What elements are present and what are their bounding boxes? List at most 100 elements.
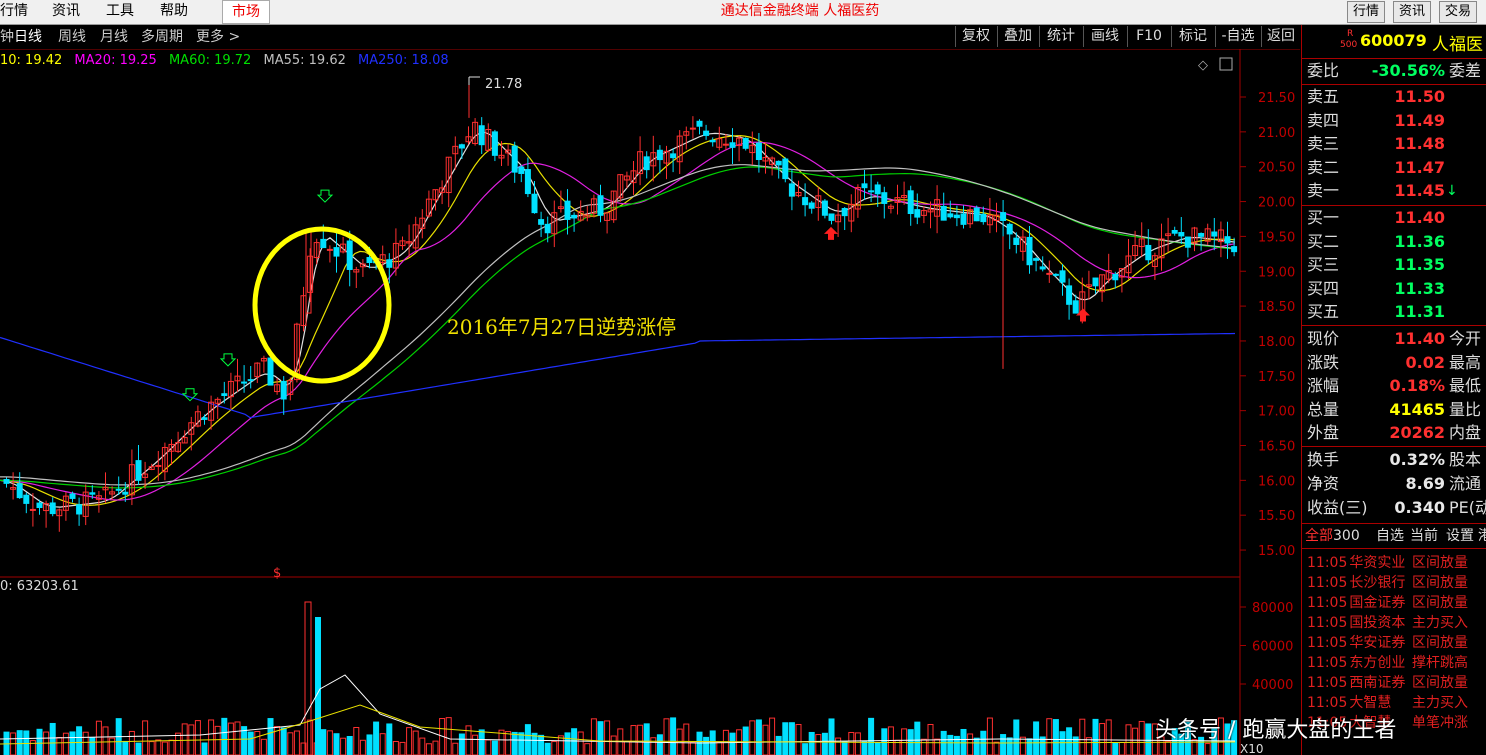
- period-month[interactable]: 月线: [100, 27, 128, 47]
- volume-bar: [419, 737, 426, 755]
- price-tick-label: 16.50: [1258, 440, 1295, 455]
- draw-line-button[interactable]: 画线: [1083, 26, 1126, 47]
- weibi-value: -30.56%: [1371, 61, 1445, 80]
- period-week[interactable]: 周线: [58, 27, 86, 47]
- volume-bar: [69, 731, 76, 755]
- volume-bar: [881, 728, 888, 755]
- ticker-item[interactable]: 11:05 国投资本 主力买入: [1307, 613, 1468, 633]
- ticker-item[interactable]: 11:05 华安证券 区间放量: [1307, 633, 1468, 653]
- stat-row-0-label: 换手: [1307, 450, 1340, 469]
- volume-bar: [307, 719, 314, 755]
- ticker-stock: 长沙银行: [1349, 575, 1406, 591]
- volume-bar: [934, 738, 941, 755]
- volume-bar: [531, 732, 538, 755]
- volume-bar: [485, 739, 492, 755]
- ticker-item[interactable]: 11:05 国金证券 区间放量: [1307, 593, 1468, 613]
- menu-tools[interactable]: 工具: [106, 0, 134, 22]
- volume-bar: [425, 743, 432, 755]
- volume-bar: [1112, 742, 1119, 755]
- ticker-tab-4[interactable]: 设置: [1446, 525, 1474, 547]
- candle-body: [1013, 237, 1020, 245]
- ticker-tab-0[interactable]: 全部: [1305, 525, 1333, 547]
- buy-level-5-value: 11.31: [1394, 302, 1445, 321]
- candle-body: [643, 156, 650, 171]
- f10-button[interactable]: F10: [1127, 26, 1170, 47]
- period-more[interactable]: 更多 >: [196, 27, 240, 47]
- volume-bar: [122, 740, 129, 755]
- price-tick-label: 19.50: [1258, 230, 1295, 245]
- ticker-item[interactable]: 11:05 东方创业 撑杆跳高: [1307, 653, 1468, 673]
- volume-bar: [1099, 723, 1106, 755]
- period-day[interactable]: 日线: [14, 27, 42, 47]
- menu-quote[interactable]: 行情: [0, 0, 28, 22]
- candle-body: [1198, 233, 1205, 237]
- volume-bar: [1046, 718, 1053, 755]
- overlay-button[interactable]: 叠加: [997, 26, 1038, 47]
- menu-news[interactable]: 资讯: [52, 0, 80, 22]
- period-multi[interactable]: 多周期: [141, 27, 183, 47]
- volume-bar: [109, 737, 116, 755]
- volume-bar: [214, 725, 221, 755]
- ticker-item[interactable]: 11:05 西南证券 区间放量: [1307, 673, 1468, 693]
- kline-chart[interactable]: 21.50 21.00 20.50 20.00 19.50 19.00 18.50 18.00…: [0, 49, 1300, 755]
- stock-code: 600079: [1360, 31, 1427, 50]
- volume-bar: [505, 731, 512, 755]
- menu-help[interactable]: 帮助: [160, 0, 188, 22]
- dollar-marker-icon: $: [273, 566, 281, 581]
- quote-panel: R 500 600079 人福医 委比 -30.56% 委差 卖五 11.50 卖四…: [1301, 25, 1486, 755]
- ticker-tab-2[interactable]: 自选: [1376, 525, 1404, 547]
- volume-bar: [835, 737, 842, 755]
- annotation-text: 2016年7月27日逆势涨停: [447, 315, 677, 339]
- stat-row-0-value: 0.32%: [1389, 450, 1445, 469]
- top-news-button[interactable]: 资讯: [1393, 1, 1431, 23]
- volume-bar: [729, 732, 736, 755]
- diamond-icon[interactable]: ◇: [1198, 58, 1208, 73]
- volume-bar: [973, 737, 980, 755]
- market-tab[interactable]: 市场: [222, 0, 270, 24]
- volume-bar: [1092, 718, 1099, 755]
- candle-body: [1072, 300, 1079, 314]
- candlestick-series: [3, 77, 1238, 532]
- ticker-tab-1[interactable]: 300: [1333, 525, 1360, 547]
- sell-level-1-value: 11.45: [1394, 181, 1445, 200]
- candle-body: [703, 130, 710, 136]
- quote-row-1: 涨跌 0.02 最高: [1302, 352, 1486, 374]
- candle-body: [841, 208, 848, 217]
- volume-bar: [630, 725, 637, 755]
- sell-level-4: 卖四 11.49: [1302, 110, 1486, 132]
- volume-bar: [175, 732, 182, 755]
- candle-body: [696, 120, 703, 127]
- back-button[interactable]: 返回: [1261, 26, 1300, 47]
- volume-bar: [62, 732, 69, 755]
- ticker-item[interactable]: 11:05 大智慧 主力买入: [1307, 693, 1468, 713]
- restore-rights-button[interactable]: 复权: [955, 26, 996, 47]
- volume-bar: [564, 732, 571, 755]
- top-quote-button[interactable]: 行情: [1347, 1, 1385, 23]
- top-trade-button[interactable]: 交易: [1439, 1, 1477, 23]
- candle-body: [221, 393, 228, 396]
- quote-row-3: 总量 41465 量比: [1302, 399, 1486, 421]
- ticker-item[interactable]: 11:05 长沙银行 区间放量: [1307, 573, 1468, 593]
- ticker-item[interactable]: 11:05 华资实业 区间放量: [1307, 553, 1468, 573]
- stat-row-2-value: 0.340: [1394, 498, 1445, 517]
- sell-level-3: 卖三 11.48: [1302, 133, 1486, 155]
- quote-row-0-label: 现价: [1307, 329, 1340, 348]
- statistics-button[interactable]: 统计: [1039, 26, 1082, 47]
- candle-body: [518, 166, 525, 174]
- weicha-label: 委差: [1449, 61, 1482, 80]
- volume-bar: [571, 728, 578, 755]
- volume-bar: [544, 742, 551, 755]
- volume-bar: [1118, 742, 1125, 755]
- peak-label: 21.78: [485, 77, 522, 92]
- sell-level-5-label: 卖五: [1307, 87, 1340, 106]
- quote-row-2-value: 0.18%: [1389, 376, 1445, 395]
- volume-label: 0: 63203.61: [0, 579, 79, 594]
- mark-button[interactable]: 标记: [1171, 26, 1214, 47]
- remove-favorite-button[interactable]: -自选: [1215, 26, 1260, 47]
- layout-toggle-icon[interactable]: [1219, 57, 1233, 71]
- ticker-tab-3[interactable]: 当前: [1410, 525, 1438, 547]
- ticker-tab-5[interactable]: 港: [1478, 525, 1486, 547]
- period-minute[interactable]: 钟: [0, 27, 14, 47]
- stat-row-0-label2: 股本: [1449, 450, 1482, 469]
- volume-bar: [201, 742, 208, 755]
